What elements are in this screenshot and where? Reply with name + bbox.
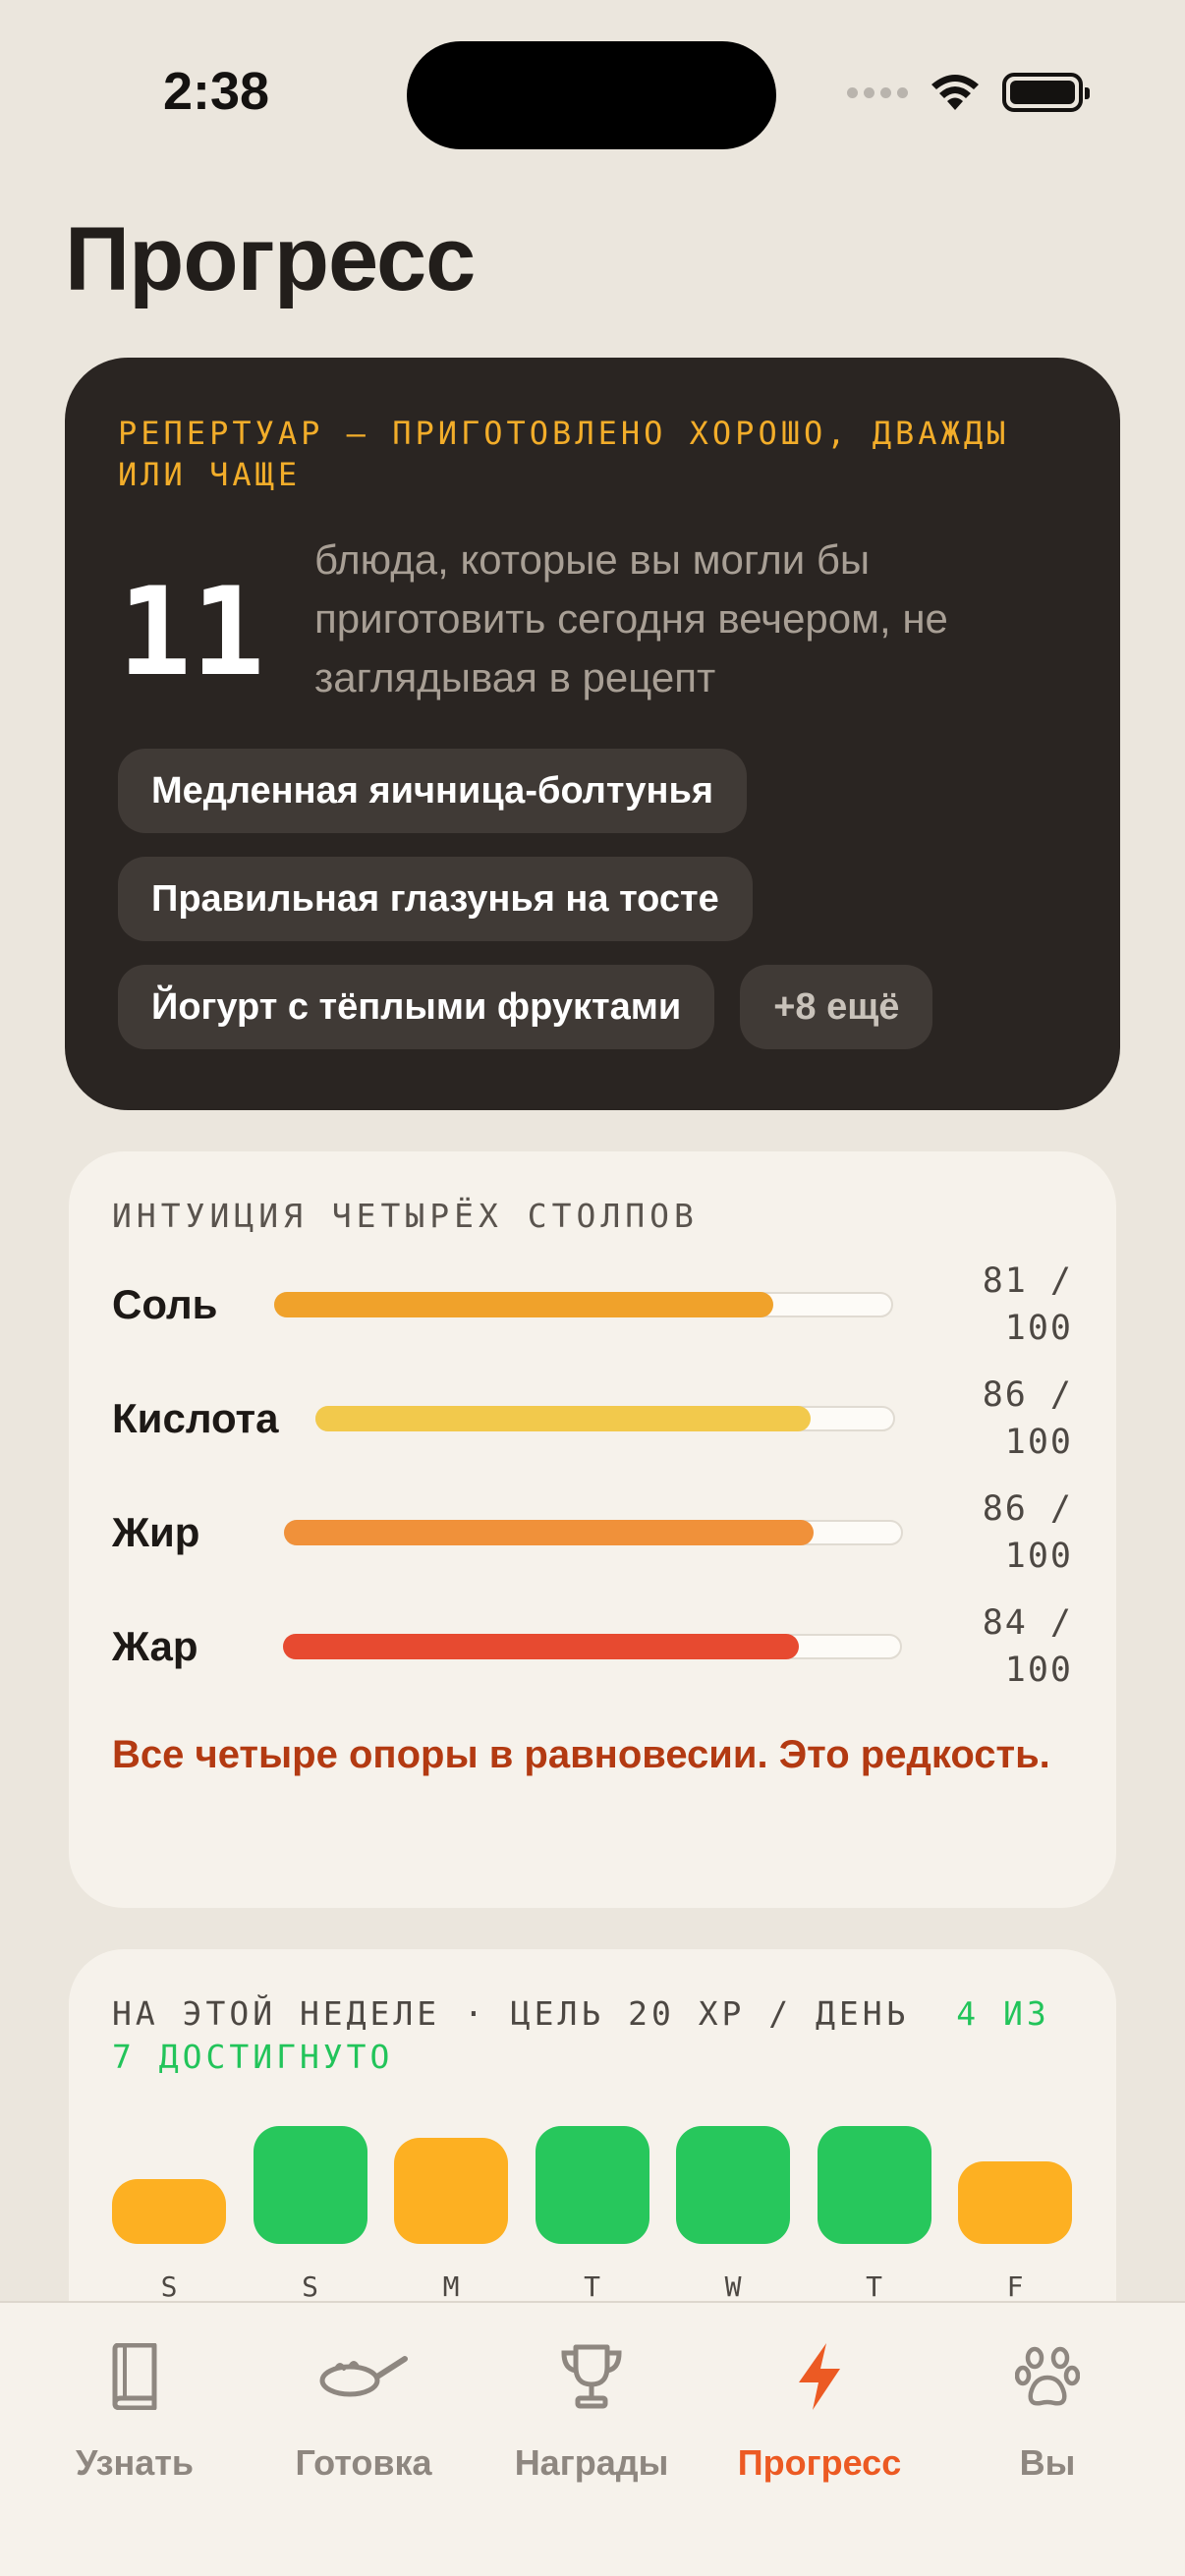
week-goal-label: НА ЭТОЙ НЕДЕЛЕ · ЦЕЛЬ 20 XP / ДЕНЬ: [112, 1994, 910, 2033]
pillars-label: ИНТУИЦИЯ ЧЕТЫРЁХ СТОЛПОВ: [112, 1197, 699, 1235]
pillar-name: Жир: [112, 1509, 200, 1555]
book-icon: [112, 2343, 157, 2410]
wifi-icon: [931, 75, 979, 110]
pillar-row-salt: Соль 81 / 100: [112, 1258, 1073, 1352]
week-day-label: W: [724, 2270, 742, 2303]
more-dishes-chip[interactable]: +8 ещё: [740, 965, 933, 1049]
week-day-bar: [253, 2126, 367, 2244]
tab-bar: Узнать Готовка Награды Прогресс Вы: [0, 2301, 1185, 2576]
pillar-name: Кислота: [112, 1395, 279, 1441]
tab-label: Готовка: [295, 2442, 432, 2483]
pillar-progress-bar: [282, 1634, 902, 1659]
pillar-progress-bar: [315, 1406, 896, 1431]
tab-profile[interactable]: Вы: [949, 2338, 1146, 2484]
pan-icon: [319, 2356, 408, 2397]
repertoire-count: 11: [118, 562, 265, 703]
repertoire-card: РЕПЕРТУАР — ПРИГОТОВЛЕНО ХОРОШО, ДВАЖДЫ …: [65, 358, 1120, 1110]
pillar-name: Соль: [112, 1281, 218, 1327]
tab-label: Награды: [514, 2442, 669, 2483]
repertoire-summary: 11 блюда, которые вы могли бы приготовит…: [118, 531, 1067, 707]
pillar-progress-bar: [284, 1520, 904, 1545]
repertoire-label: РЕПЕРТУАР — ПРИГОТОВЛЕНО ХОРОШО, ДВАЖДЫ …: [118, 415, 1010, 493]
tab-awards[interactable]: Награды: [493, 2338, 690, 2484]
pillar-bar-fill: [315, 1406, 812, 1431]
pillar-score: 86 / 100: [982, 1489, 1073, 1576]
pillar-row-heat: Жар 84 / 100: [112, 1599, 1073, 1694]
progress-screen: 2:38 Прогресс РЕПЕРТУАР — ПРИГОТОВЛЕНО Х…: [0, 0, 1185, 2576]
pillar-bar-fill: [274, 1292, 773, 1317]
week-day-chart: SSMTWTF: [112, 2106, 1075, 2303]
pillars-card: ИНТУИЦИЯ ЧЕТЫРЁХ СТОЛПОВ Соль 81 / 100 К…: [69, 1151, 1116, 1908]
pillar-row-fat: Жир 86 / 100: [112, 1485, 1073, 1580]
pillar-score: 86 / 100: [982, 1375, 1073, 1462]
tab-learn[interactable]: Узнать: [36, 2338, 233, 2484]
repertoire-description: блюда, которые вы могли бы приготовить с…: [314, 536, 948, 700]
dish-chip[interactable]: Йогурт с тёплыми фруктами: [118, 965, 715, 1049]
week-day-bar: [535, 2126, 649, 2244]
week-card: НА ЭТОЙ НЕДЕЛЕ · ЦЕЛЬ 20 XP / ДЕНЬ 4 ИЗ …: [69, 1949, 1116, 2342]
cellular-signal-icon: [847, 86, 908, 98]
week-day-bar: [958, 2161, 1072, 2244]
tab-label: Вы: [1019, 2442, 1076, 2483]
pillar-bar-fill: [282, 1634, 800, 1659]
week-label: НА ЭТОЙ НЕДЕЛЕ · ЦЕЛЬ 20 XP / ДЕНЬ 4 ИЗ …: [112, 1992, 1073, 2079]
pillar-progress-bar: [274, 1292, 894, 1317]
week-day-bar: [676, 2126, 790, 2244]
tab-progress[interactable]: Прогресс: [721, 2338, 918, 2484]
pillar-bar-fill: [284, 1520, 814, 1545]
lightning-icon: [799, 2343, 840, 2410]
tab-cooking[interactable]: Готовка: [265, 2338, 462, 2484]
pillar-score: 84 / 100: [982, 1603, 1073, 1690]
week-day-label: T: [584, 2270, 600, 2303]
dynamic-island: [407, 41, 776, 149]
battery-icon: [1002, 73, 1090, 112]
week-day-label: M: [442, 2270, 460, 2303]
pillar-row-acid: Кислота 86 / 100: [112, 1372, 1073, 1466]
status-icons: [847, 73, 1090, 112]
week-day-label: S: [302, 2270, 318, 2303]
dish-chip[interactable]: Правильная глазунья на тосте: [118, 857, 753, 941]
tab-label: Узнать: [75, 2442, 195, 2483]
dish-chip[interactable]: Медленная яичница-болтунья: [118, 749, 748, 833]
tab-label: Прогресс: [737, 2442, 902, 2483]
week-day-bar: [394, 2138, 508, 2244]
page-title: Прогресс: [65, 209, 476, 309]
week-day-bar: [112, 2179, 226, 2244]
week-day-bar: [817, 2126, 931, 2244]
week-day-label: F: [1006, 2270, 1024, 2303]
pillars-balance-message: Все четыре опоры в равновесии. Это редко…: [112, 1733, 1050, 1776]
pillar-name: Жар: [112, 1623, 198, 1669]
trophy-icon: [561, 2344, 622, 2409]
dish-chip-list: Медленная яичница-болтунья Правильная гл…: [118, 749, 1067, 1049]
paw-icon: [1015, 2346, 1080, 2406]
week-day-label: S: [160, 2270, 178, 2303]
pillar-score: 81 / 100: [982, 1261, 1073, 1348]
status-time: 2:38: [163, 62, 270, 121]
week-day-label: T: [866, 2270, 882, 2303]
